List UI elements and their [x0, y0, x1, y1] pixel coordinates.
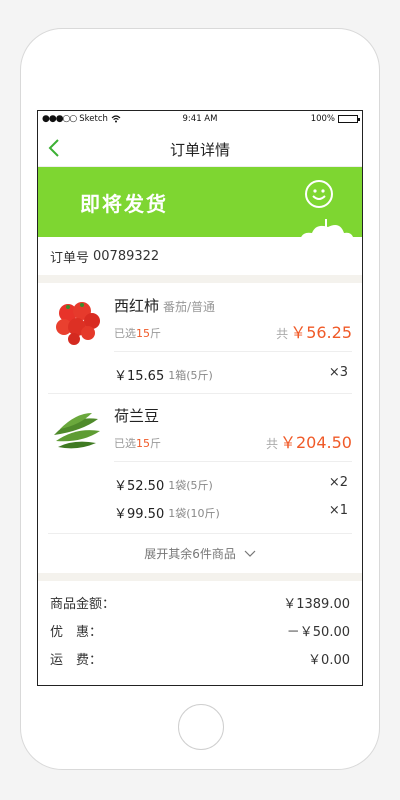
chevron-down-icon [244, 550, 256, 557]
home-button[interactable] [178, 704, 224, 750]
divider [48, 533, 352, 534]
product-total: 共 ￥204.50 [265, 433, 352, 452]
nav-bar: 订单详情 [38, 129, 362, 167]
expand-more-button[interactable]: 展开其余6件商品 [38, 545, 362, 562]
cloud-icon [301, 219, 354, 237]
order-number-label: 订单号 [50, 250, 90, 266]
summary-row: 优 惠： －￥50.00 [50, 625, 350, 640]
summary-row: 商品金额： ￥1389.00 [50, 597, 350, 612]
status-bar: ●●●○○ Sketch 9:41 AM 100% [38, 111, 362, 129]
snow-pea-image [54, 413, 100, 449]
package-line: ￥15.65 1箱(5斤) ×3 [114, 365, 348, 384]
product-item[interactable]: 荷兰豆 已选15斤 共 ￥204.50 ￥52.50 1袋(5斤) ×2 ￥99.… [48, 393, 352, 533]
order-status-banner: 即将发货 [38, 167, 362, 237]
selected-weight: 已选15斤 [114, 327, 161, 340]
divider [114, 461, 352, 462]
battery-percent: 100% [310, 114, 335, 124]
page-title: 订单详情 [169, 141, 230, 159]
smiley-icon [305, 180, 333, 208]
order-number-value: 00789322 [93, 248, 160, 264]
product-item[interactable]: 西红柿 番茄/普通 已选15斤 共 ￥56.25 ￥15.65 1箱(5斤) ×3 [48, 283, 352, 393]
product-list: 西红柿 番茄/普通 已选15斤 共 ￥56.25 ￥15.65 1箱(5斤) ×3 [38, 283, 362, 573]
product-name: 荷兰豆 [114, 407, 160, 425]
summary-row: 运 费： ￥0.00 [50, 653, 350, 668]
section-separator [38, 573, 362, 581]
order-status-text: 即将发货 [80, 192, 168, 216]
product-total: 共 ￥56.25 [276, 323, 352, 342]
order-number-row: 订单号 00789322 [38, 237, 362, 283]
product-spec: 番茄/普通 [163, 300, 216, 314]
battery-icon [338, 115, 360, 123]
price-summary: 商品金额： ￥1389.00 优 惠： －￥50.00 运 费： ￥0.00 [38, 573, 362, 685]
app-screen: ●●●○○ Sketch 9:41 AM 100% 订单详情 即将发货 订单号 … [37, 110, 363, 686]
divider [114, 351, 352, 352]
product-name: 西红柿 番茄/普通 [114, 297, 216, 315]
selected-weight: 已选15斤 [114, 437, 161, 450]
tomato-image [56, 302, 100, 345]
package-line: ￥99.50 1袋(10斤) ×1 [114, 503, 348, 522]
package-line: ￥52.50 1袋(5斤) ×2 [114, 475, 348, 494]
